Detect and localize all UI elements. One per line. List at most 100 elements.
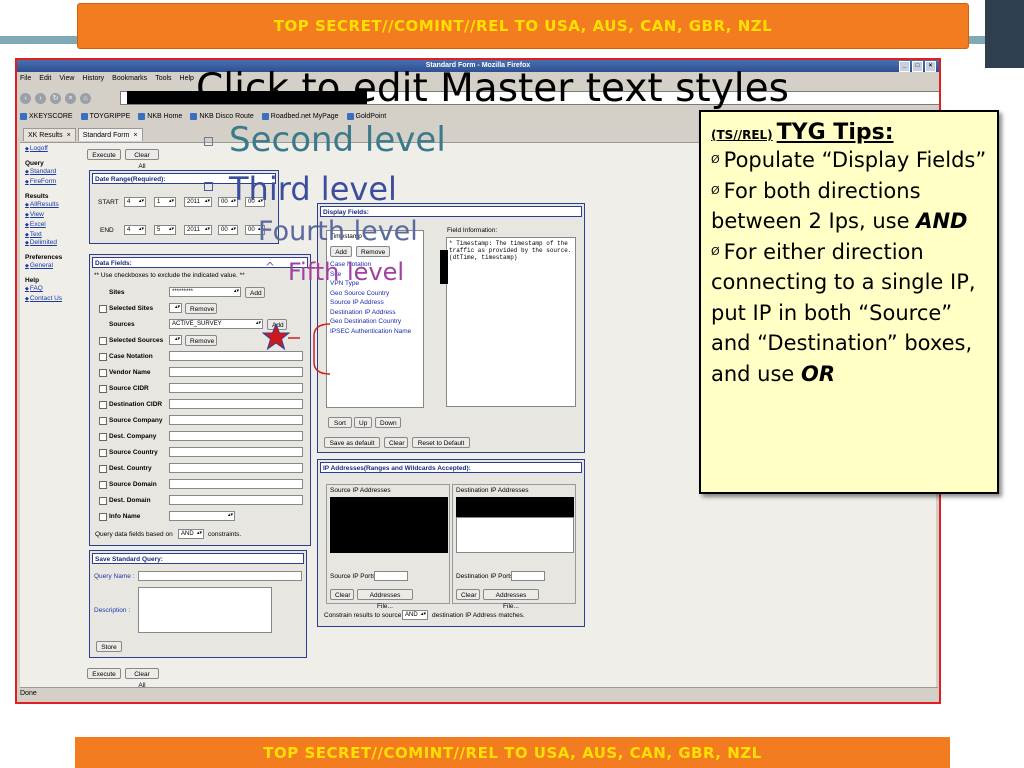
start-year-select[interactable]: 2011 xyxy=(184,197,212,207)
tab-xk-results[interactable]: XK Results × xyxy=(23,128,76,141)
start-day-select[interactable]: 1 xyxy=(154,197,176,207)
stop-icon[interactable]: × xyxy=(65,92,76,104)
list-item[interactable]: IPSEC Authentication Name xyxy=(327,327,423,337)
bookmark-item[interactable]: XKEYSCORE xyxy=(20,113,73,120)
source-cidr-checkbox[interactable] xyxy=(99,385,107,393)
display-remove-button[interactable]: Remove xyxy=(356,246,390,257)
list-item[interactable]: Geo Destination Country xyxy=(327,317,423,327)
list-item[interactable]: Destination IP Address xyxy=(327,308,423,318)
end-month-select[interactable]: 4 xyxy=(124,225,146,235)
source-country-checkbox[interactable] xyxy=(99,449,107,457)
close-tab-icon[interactable]: × xyxy=(67,132,71,139)
menu-bookmarks[interactable]: Bookmarks xyxy=(112,75,147,82)
save-as-default-button[interactable]: Save as default xyxy=(324,437,380,448)
menu-edit[interactable]: Edit xyxy=(39,75,51,82)
destination-addresses-file-button[interactable]: Addresses File... xyxy=(483,589,539,610)
destination-ip-textarea[interactable] xyxy=(456,517,574,553)
source-ports-input[interactable] xyxy=(374,571,408,581)
constrain-operator-select[interactable]: AND xyxy=(402,610,428,620)
sidebar-item-general[interactable]: General xyxy=(25,261,83,271)
up-button[interactable]: Up xyxy=(354,417,372,428)
destination-clear-button[interactable]: Clear xyxy=(456,589,480,600)
source-company-input[interactable] xyxy=(169,415,303,425)
bookmark-item[interactable]: NKB Disco Route xyxy=(190,113,254,120)
source-company-checkbox[interactable] xyxy=(99,417,107,425)
source-addresses-file-button[interactable]: Addresses File... xyxy=(357,589,413,610)
sort-button[interactable]: Sort xyxy=(328,417,352,428)
dest-country-input[interactable] xyxy=(169,463,303,473)
dest-country-checkbox[interactable] xyxy=(99,465,107,473)
destination-cidr-checkbox[interactable] xyxy=(99,401,107,409)
selected-sources-remove-button[interactable]: Remove xyxy=(185,335,217,346)
reset-to-default-button[interactable]: Reset to Default xyxy=(412,437,470,448)
menu-view[interactable]: View xyxy=(59,75,74,82)
clear-all-button-bottom[interactable]: Clear All xyxy=(125,668,159,689)
description-textarea[interactable] xyxy=(138,587,272,633)
bookmark-item[interactable]: TOYGRIPPE xyxy=(80,113,130,120)
end-year-select[interactable]: 2011 xyxy=(184,225,212,235)
bookmark-item[interactable]: GoldPoint xyxy=(346,113,386,120)
menu-help[interactable]: Help xyxy=(180,75,194,82)
bookmark-item[interactable]: NKB Home xyxy=(138,113,182,120)
dest-domain-checkbox[interactable] xyxy=(99,497,107,505)
info-name-select[interactable] xyxy=(169,511,235,521)
case-notation-checkbox[interactable] xyxy=(99,353,107,361)
down-button[interactable]: Down xyxy=(375,417,401,428)
sidebar-item-standard[interactable]: Standard xyxy=(25,167,83,177)
destination-ports-input[interactable] xyxy=(511,571,545,581)
back-icon[interactable]: ‹ xyxy=(20,92,31,104)
dest-company-input[interactable] xyxy=(169,431,303,441)
selected-sources-list[interactable] xyxy=(169,335,182,345)
selected-sites-checkbox[interactable] xyxy=(99,305,107,313)
sidebar-item-faq[interactable]: FAQ xyxy=(25,284,83,294)
source-ip-textarea-redacted[interactable] xyxy=(330,497,448,553)
sidebar-item-contact-us[interactable]: Contact Us xyxy=(25,294,83,304)
bookmark-item[interactable]: Roadbed.net MyPage xyxy=(261,113,339,120)
forward-icon[interactable]: › xyxy=(35,92,46,104)
sidebar-item-delimited[interactable]: Delimited xyxy=(25,238,83,248)
source-domain-checkbox[interactable] xyxy=(99,481,107,489)
maximize-icon[interactable]: □ xyxy=(912,61,923,72)
list-item[interactable]: Geo Source Country xyxy=(327,289,423,299)
source-cidr-input[interactable] xyxy=(169,383,303,393)
dest-company-checkbox[interactable] xyxy=(99,433,107,441)
menu-file[interactable]: File xyxy=(20,75,31,82)
query-name-input[interactable] xyxy=(138,571,302,581)
start-month-select[interactable]: 4 xyxy=(124,197,146,207)
menu-tools[interactable]: Tools xyxy=(155,75,171,82)
destination-cidr-input[interactable] xyxy=(169,399,303,409)
sidebar-item-allresults[interactable]: AllResults xyxy=(25,200,83,210)
close-tab-icon[interactable]: × xyxy=(133,132,137,139)
execute-button[interactable]: Execute xyxy=(87,149,121,160)
tab-standard-form[interactable]: Standard Form × xyxy=(77,128,143,141)
info-name-checkbox[interactable] xyxy=(99,513,107,521)
sidebar-item-view[interactable]: View xyxy=(25,210,83,220)
display-add-button[interactable]: Add xyxy=(330,246,352,257)
sidebar-item-logoff[interactable]: Logoff xyxy=(25,144,83,154)
source-country-input[interactable] xyxy=(169,447,303,457)
minimize-icon[interactable]: _ xyxy=(899,61,910,72)
end-hour-select[interactable]: 00 xyxy=(218,225,238,235)
sites-add-button[interactable]: Add xyxy=(245,287,265,298)
menu-history[interactable]: History xyxy=(82,75,104,82)
execute-button-bottom[interactable]: Execute xyxy=(87,668,121,679)
destination-ip-textarea-redacted[interactable] xyxy=(456,497,574,517)
sidebar-item-fireform[interactable]: FireForm xyxy=(25,177,83,187)
selected-sources-checkbox[interactable] xyxy=(99,337,107,345)
home-icon[interactable]: ⌂ xyxy=(80,92,91,104)
list-item[interactable]: Source IP Address xyxy=(327,298,423,308)
close-icon[interactable]: × xyxy=(925,61,936,72)
dest-domain-input[interactable] xyxy=(169,495,303,505)
clear-all-button[interactable]: Clear All xyxy=(125,149,159,170)
store-button[interactable]: Store xyxy=(96,641,122,652)
source-clear-button[interactable]: Clear xyxy=(330,589,354,600)
vendor-name-checkbox[interactable] xyxy=(99,369,107,377)
sources-select[interactable]: ACTIVE_SURVEY xyxy=(169,319,263,329)
sidebar-item-excel[interactable]: Excel xyxy=(25,220,83,230)
sites-select[interactable]: ********* xyxy=(169,287,241,297)
query-fields-operator-select[interactable]: AND xyxy=(178,529,204,539)
selected-sites-remove-button[interactable]: Remove xyxy=(185,303,217,314)
selected-sites-list[interactable] xyxy=(169,303,182,313)
end-day-select[interactable]: 5 xyxy=(154,225,176,235)
display-clear-button[interactable]: Clear xyxy=(384,437,408,448)
